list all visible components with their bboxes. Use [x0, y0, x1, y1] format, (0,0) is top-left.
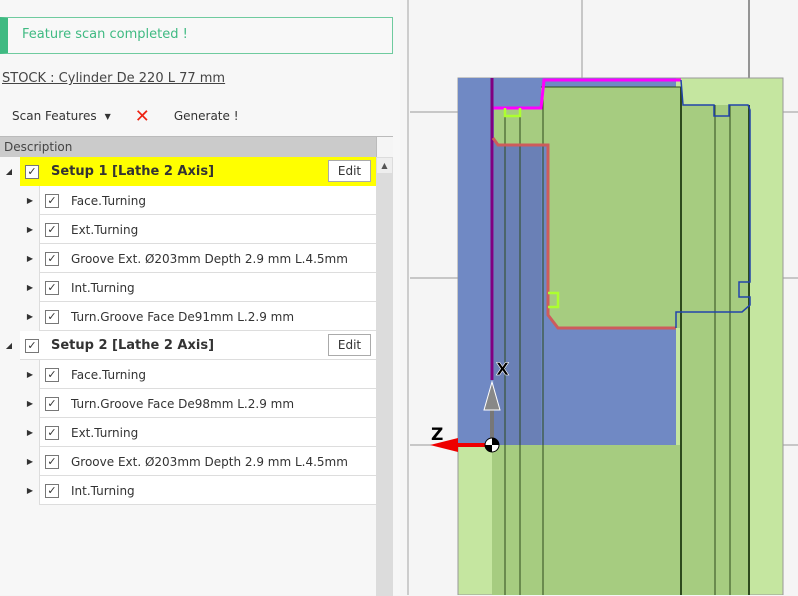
expand-icon[interactable]: ▶ [24, 428, 36, 437]
feature-checkbox[interactable]: ✓ [45, 280, 59, 295]
toolbar: Scan Features ▼ ✕ Generate ! [0, 106, 251, 127]
expand-icon[interactable]: ▶ [24, 225, 36, 234]
vertical-scrollbar[interactable]: ▲ [376, 157, 393, 596]
feature-panel: Feature scan completed ! STOCK : Cylinde… [0, 0, 400, 596]
cad-viewport[interactable]: X Z [410, 0, 798, 595]
feature-label: Turn.Groove Face De98mm L.2.9 mm [71, 396, 295, 411]
feature-checkbox[interactable]: ✓ [45, 251, 59, 266]
edit-setup-button[interactable]: Edit [328, 160, 371, 182]
feature-row[interactable]: ▶ ✓ Turn.Groove Face De91mm L.2.9 mm [0, 302, 376, 331]
feature-label: Face.Turning [71, 367, 146, 382]
collapse-icon[interactable]: ◢ [3, 167, 15, 176]
header-corner [376, 137, 393, 157]
scan-features-dropdown[interactable]: Scan Features ▼ [0, 109, 123, 123]
feature-row[interactable]: ▶ ✓ Groove Ext. Ø203mm Depth 2.9 mm L.4.… [0, 447, 376, 476]
feature-tree-grid: Description ◢ ✓ Setup 1 [Lathe 2 Axis] E… [0, 136, 393, 596]
expand-icon[interactable]: ▶ [24, 196, 36, 205]
feature-row[interactable]: ▶ ✓ Ext.Turning [0, 418, 376, 447]
feature-label: Int.Turning [71, 280, 135, 295]
feature-label: Groove Ext. Ø203mm Depth 2.9 mm L.4.5mm [71, 454, 348, 469]
expand-icon[interactable]: ▶ [24, 399, 36, 408]
caret-down-icon: ▼ [104, 111, 111, 121]
setup-label: Setup 2 [Lathe 2 Axis] [51, 338, 215, 353]
setup-checkbox[interactable]: ✓ [25, 164, 39, 179]
feature-label: Ext.Turning [71, 222, 139, 237]
expand-icon[interactable]: ▶ [24, 283, 36, 292]
feature-checkbox[interactable]: ✓ [45, 222, 59, 237]
feature-label: Face.Turning [71, 193, 146, 208]
setup-row[interactable]: ◢ ✓ Setup 1 [Lathe 2 Axis] Edit [0, 157, 376, 186]
feature-label: Turn.Groove Face De91mm L.2.9 mm [71, 309, 295, 324]
feature-label: Int.Turning [71, 483, 135, 498]
column-header-description[interactable]: Description [0, 137, 376, 157]
feature-checkbox[interactable]: ✓ [45, 193, 59, 208]
delete-icon[interactable]: ✕ [123, 106, 162, 127]
edit-setup-button[interactable]: Edit [328, 334, 371, 356]
feature-row[interactable]: ▶ ✓ Groove Ext. Ø203mm Depth 2.9 mm L.4.… [0, 244, 376, 273]
generate-button[interactable]: Generate ! [162, 109, 251, 123]
expand-icon[interactable]: ▶ [24, 486, 36, 495]
expand-icon[interactable]: ▶ [24, 312, 36, 321]
scroll-up-icon[interactable]: ▲ [377, 158, 392, 173]
feature-row[interactable]: ▶ ✓ Face.Turning [0, 360, 376, 389]
feature-label: Ext.Turning [71, 425, 139, 440]
feature-checkbox[interactable]: ✓ [45, 367, 59, 382]
inner-bore-region [494, 108, 541, 445]
feature-checkbox[interactable]: ✓ [45, 309, 59, 324]
expand-icon[interactable]: ▶ [24, 254, 36, 263]
x-axis-label: X [496, 360, 509, 380]
feature-row[interactable]: ▶ ✓ Face.Turning [0, 186, 376, 215]
expand-icon[interactable]: ▶ [24, 457, 36, 466]
feature-row[interactable]: ▶ ✓ Turn.Groove Face De98mm L.2.9 mm [0, 389, 376, 418]
expand-icon[interactable]: ▶ [24, 370, 36, 379]
feature-row[interactable]: ▶ ✓ Ext.Turning [0, 215, 376, 244]
feature-label: Groove Ext. Ø203mm Depth 2.9 mm L.4.5mm [71, 251, 348, 266]
feature-checkbox[interactable]: ✓ [45, 425, 59, 440]
setup-checkbox[interactable]: ✓ [25, 338, 39, 353]
feature-checkbox[interactable]: ✓ [45, 396, 59, 411]
feature-checkbox[interactable]: ✓ [45, 454, 59, 469]
z-axis-label: Z [431, 425, 443, 445]
tree-rows: ◢ ✓ Setup 1 [Lathe 2 Axis] Edit ▶ ✓ Face… [0, 157, 376, 505]
stock-link[interactable]: STOCK : Cylinder De 220 L 77 mm [2, 71, 225, 86]
scan-status-notification: Feature scan completed ! [0, 17, 393, 54]
collapse-icon[interactable]: ◢ [3, 341, 15, 350]
feature-checkbox[interactable]: ✓ [45, 483, 59, 498]
feature-row[interactable]: ▶ ✓ Int.Turning [0, 273, 376, 302]
setup-label: Setup 1 [Lathe 2 Axis] [51, 164, 215, 179]
setup-row[interactable]: ◢ ✓ Setup 2 [Lathe 2 Axis] Edit [0, 331, 376, 360]
scan-features-label: Scan Features [12, 109, 97, 123]
feature-row[interactable]: ▶ ✓ Int.Turning [0, 476, 376, 505]
splitter[interactable] [407, 0, 409, 595]
